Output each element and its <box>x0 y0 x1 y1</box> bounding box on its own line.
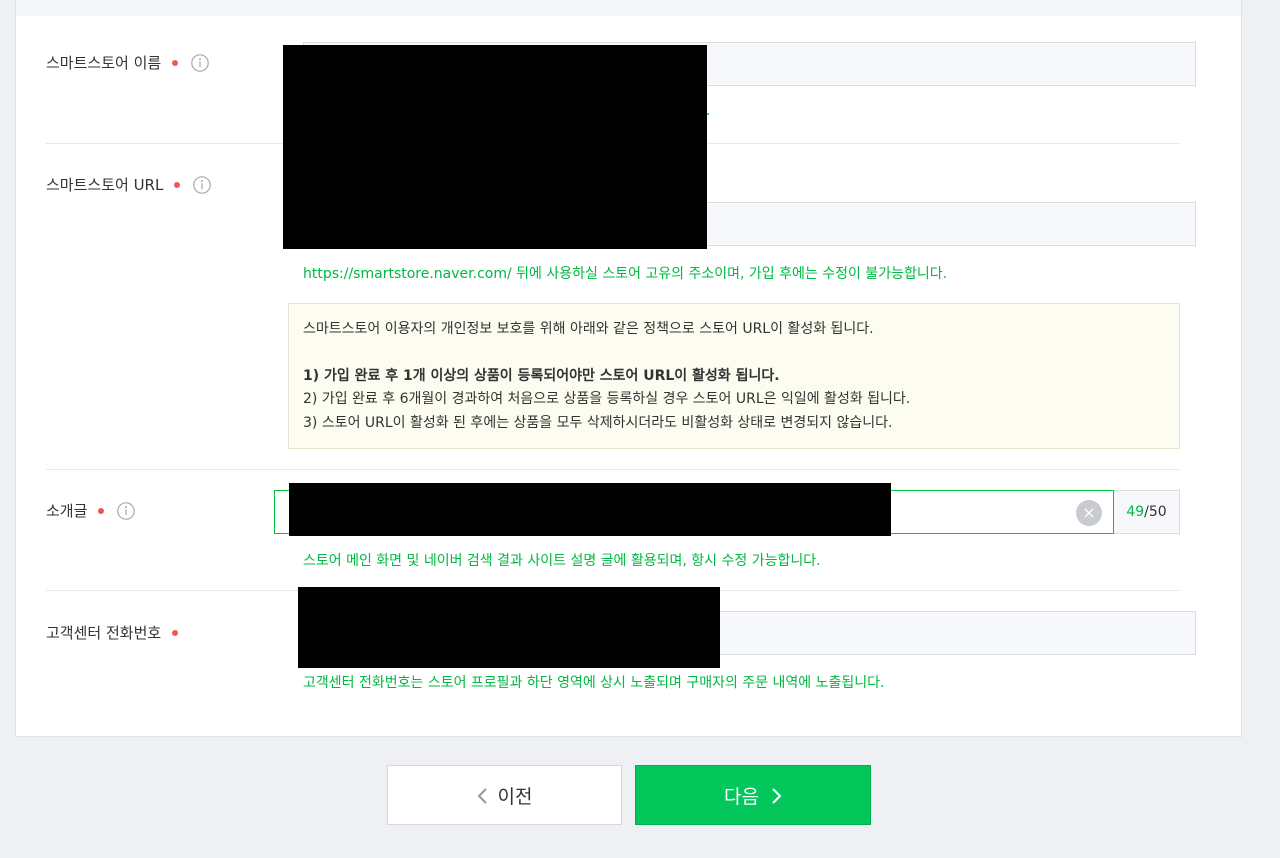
store-name-label: 스마트스토어 이름 <box>46 54 162 72</box>
info-icon[interactable] <box>191 53 209 72</box>
introduction-label: 소개글 <box>46 502 88 520</box>
cs-phone-help: 고객센터 전화번호는 스토어 프로필과 하단 영역에 상시 노출되며 구매자의 … <box>303 675 885 691</box>
url-policy-notice: 스마트스토어 이용자의 개인정보 보호를 위해 아래와 같은 정책으로 스토어 … <box>288 303 1180 449</box>
required-dot <box>98 507 105 514</box>
prev-button[interactable]: 이전 <box>387 765 622 825</box>
notice-intro: 스마트스토어 이용자의 개인정보 보호를 위해 아래와 같은 정책으로 스토어 … <box>303 321 874 337</box>
cs-phone-label: 고객센터 전화번호 <box>46 624 162 642</box>
notice-item: 1) 가입 완료 후 1개 이상의 상품이 등록되어야만 스토어 URL이 활성… <box>303 367 780 384</box>
next-button[interactable]: 다음 <box>635 765 871 825</box>
introduction-label-row: 소개글 <box>46 500 136 521</box>
store-url-help: https://smartstore.naver.com/ 뒤에 사용하실 스토… <box>303 266 948 282</box>
notice-item: 2) 가입 완료 후 6개월이 경과하여 처음으로 상품을 등록하실 경우 스토… <box>303 391 911 407</box>
store-url-label-row: 스마트스토어 URL <box>46 174 212 195</box>
info-icon[interactable] <box>193 175 212 194</box>
introduction-help: 스토어 메인 화면 및 네이버 검색 결과 사이트 설명 글에 활용되며, 항시… <box>303 553 821 569</box>
required-dot <box>174 181 181 188</box>
redacted-block <box>298 587 720 668</box>
prev-button-label: 이전 <box>497 785 533 808</box>
chevron-right-icon <box>772 788 782 804</box>
required-dot <box>172 59 179 66</box>
required-dot <box>172 629 179 636</box>
divider <box>46 469 1180 470</box>
info-icon[interactable] <box>117 501 136 520</box>
chevron-left-icon <box>477 788 487 804</box>
redacted-block <box>283 45 707 249</box>
character-counter: 49/50 <box>1114 490 1180 534</box>
clear-icon[interactable]: × <box>1076 500 1102 526</box>
store-url-label: 스마트스토어 URL <box>46 176 164 194</box>
cs-phone-label-row: 고객센터 전화번호 <box>46 622 179 643</box>
redacted-block <box>289 483 891 536</box>
counter-current: 49 <box>1126 504 1145 520</box>
panel-top-strip <box>16 0 1241 16</box>
next-button-label: 다음 <box>724 785 759 808</box>
notice-item: 3) 스토어 URL이 활성화 된 후에는 상품을 모두 삭제하시더라도 비활성… <box>303 414 893 431</box>
store-name-label-row: 스마트스토어 이름 <box>46 52 209 73</box>
counter-max: /50 <box>1144 504 1167 520</box>
